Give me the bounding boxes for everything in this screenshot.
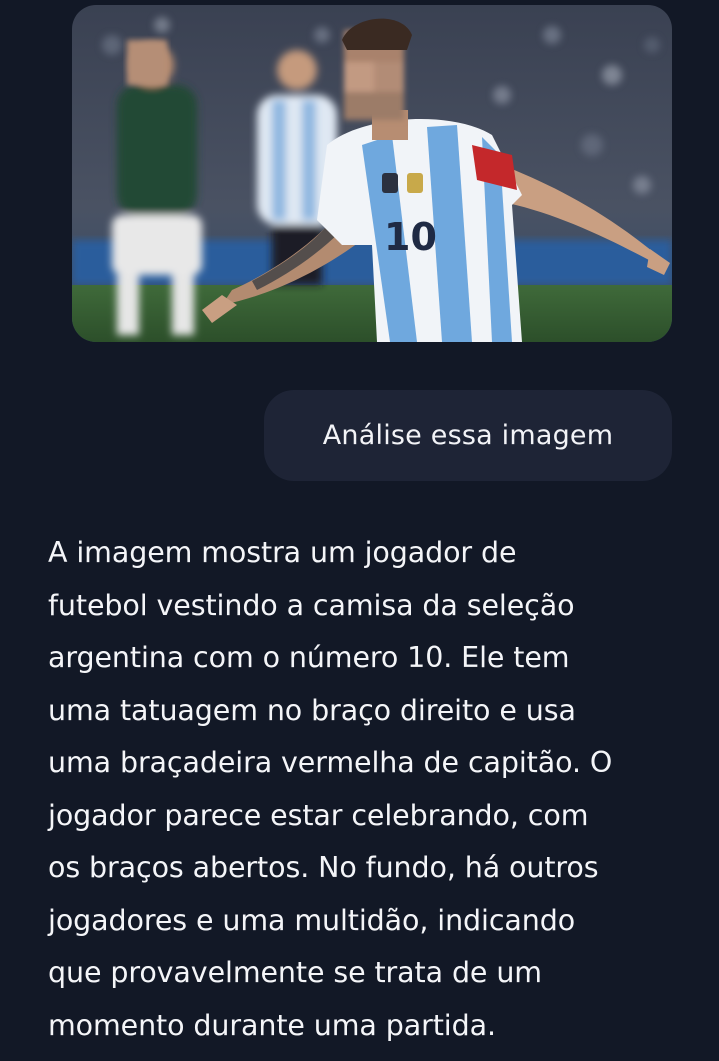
reply-line: uma tatuagem no braço direito e usa: [48, 693, 576, 727]
user-message-text: Análise essa imagem: [322, 420, 614, 451]
reply-line: momento durante uma partida.: [48, 1008, 496, 1042]
jersey-number: 10: [384, 215, 437, 259]
reply-line: jogador parece estar celebrando, com: [48, 798, 589, 832]
assistant-reply: A imagem mostra um jogador de futebol ve…: [48, 527, 688, 1052]
reply-line: futebol vestindo a camisa da seleção: [48, 588, 575, 622]
reply-line: argentina com o número 10. Ele tem: [48, 641, 570, 674]
reply-line: os braços abertos. No fundo, há outros: [48, 851, 599, 884]
reply-line: que provavelmente se trata de um: [48, 956, 542, 989]
reply-line: jogadores e uma multidão, indicando: [48, 903, 576, 937]
user-message-bubble: Análise essa imagem: [264, 390, 672, 481]
attached-photo[interactable]: 10: [72, 5, 672, 342]
reply-line: uma braçadeira vermelha de capitão. O: [48, 746, 613, 779]
football-player-photo: 10: [72, 5, 672, 342]
chat-screen: 10 Análise essa imagem A imagem mostra u…: [0, 0, 719, 1061]
reply-line: A imagem mostra um jogador de: [48, 536, 517, 569]
